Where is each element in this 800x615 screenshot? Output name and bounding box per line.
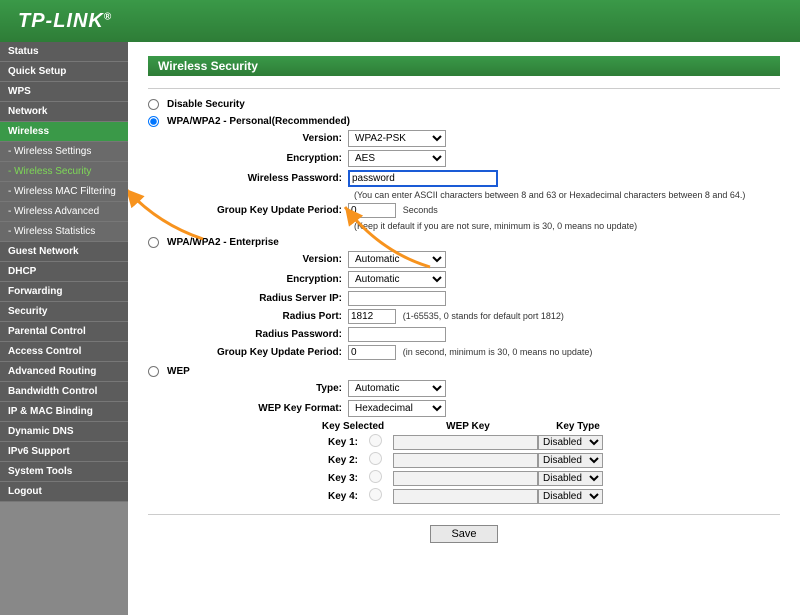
personal-gkup-label: Group Key Update Period: [148,205,348,216]
personal-gkup-hint: (Keep it default if you are not sure, mi… [354,221,780,231]
wep-key-type-1[interactable]: Disabled [538,435,603,450]
radius-port-label: Radius Port: [148,311,348,322]
sidebar-item-logout[interactable]: Logout [0,482,128,502]
sidebar-item-dhcp[interactable]: DHCP [0,262,128,282]
wep-key-type-3[interactable]: Disabled [538,471,603,486]
sidebar-item--wireless-settings[interactable]: - Wireless Settings [0,142,128,162]
ent-gkup-input[interactable] [348,345,396,360]
radius-ip-label: Radius Server IP: [148,293,348,304]
wep-key-table: Key Selected WEP Key Key Type Key 1: Disa… [313,421,780,504]
ent-encryption-label: Encryption: [148,274,348,285]
ent-encryption-select[interactable]: Automatic [348,271,446,288]
wep-key-label-1: Key 1: [313,437,358,448]
divider-bottom [148,514,780,515]
radius-port-input[interactable] [348,309,396,324]
wpa-personal-radio[interactable] [148,116,159,127]
sidebar-item-quick-setup[interactable]: Quick Setup [0,62,128,82]
wep-key-type-4[interactable]: Disabled [538,489,603,504]
disable-security-radio[interactable] [148,99,159,110]
personal-encryption-select[interactable]: AES [348,150,446,167]
wep-key-label-2: Key 2: [313,455,358,466]
wep-key-input-3[interactable] [393,471,538,486]
save-button[interactable]: Save [430,525,497,543]
main-content: Wireless Security Disable Security WPA/W… [128,42,800,615]
sidebar-item-wps[interactable]: WPS [0,82,128,102]
sidebar-item--wireless-statistics[interactable]: - Wireless Statistics [0,222,128,242]
sidebar-item-parental-control[interactable]: Parental Control [0,322,128,342]
sidebar-item--wireless-security[interactable]: - Wireless Security [0,162,128,182]
wep-key-type-2[interactable]: Disabled [538,453,603,468]
wpa-enterprise-section: WPA/WPA2 - Enterprise [148,237,780,248]
sidebar-item--wireless-mac-filtering[interactable]: - Wireless MAC Filtering [0,182,128,202]
personal-version-select[interactable]: WPA2-PSK [348,130,446,147]
ent-gkup-label: Group Key Update Period: [148,347,348,358]
sidebar-item-dynamic-dns[interactable]: Dynamic DNS [0,422,128,442]
wep-key-input-2[interactable] [393,453,538,468]
wep-key-label-3: Key 3: [313,473,358,484]
wep-radio[interactable] [148,366,159,377]
sidebar-item-ipv6-support[interactable]: IPv6 Support [0,442,128,462]
wep-type-label: Type: [148,383,348,394]
sidebar-item-forwarding[interactable]: Forwarding [0,282,128,302]
sidebar-item-network[interactable]: Network [0,102,128,122]
password-hint: (You can enter ASCII characters between … [354,190,780,200]
wpa-enterprise-label: WPA/WPA2 - Enterprise [167,237,279,248]
wep-key-input-1[interactable] [393,435,538,450]
personal-encryption-label: Encryption: [148,153,348,164]
personal-password-label: Wireless Password: [148,173,348,184]
wep-head-type: Key Type [543,421,613,432]
header: TP-LINK® [0,0,800,42]
wep-key-select-4[interactable] [369,488,382,501]
wep-format-select[interactable]: Hexadecimal [348,400,446,417]
sidebar-item-wireless[interactable]: Wireless [0,122,128,142]
radius-port-hint: (1-65535, 0 stands for default port 1812… [403,311,564,321]
personal-version-label: Version: [148,133,348,144]
sidebar-item-advanced-routing[interactable]: Advanced Routing [0,362,128,382]
wep-section: WEP [148,366,780,377]
sidebar-item-system-tools[interactable]: System Tools [0,462,128,482]
wpa-personal-label: WPA/WPA2 - Personal(Recommended) [167,116,350,127]
wep-type-select[interactable]: Automatic [348,380,446,397]
wep-key-select-3[interactable] [369,470,382,483]
sidebar-item-status[interactable]: Status [0,42,128,62]
sidebar: StatusQuick SetupWPSNetworkWireless- Wir… [0,42,128,615]
wep-key-select-2[interactable] [369,452,382,465]
wep-head-key: WEP Key [393,421,543,432]
radius-ip-input[interactable] [348,291,446,306]
page-title: Wireless Security [148,56,780,76]
sidebar-item-access-control[interactable]: Access Control [0,342,128,362]
divider [148,88,780,89]
radius-pw-input[interactable] [348,327,446,342]
wep-label: WEP [167,366,190,377]
disable-security-label: Disable Security [167,99,245,110]
wpa-enterprise-radio[interactable] [148,237,159,248]
sidebar-item-guest-network[interactable]: Guest Network [0,242,128,262]
logo: TP-LINK® [18,10,112,33]
wep-format-label: WEP Key Format: [148,403,348,414]
wep-key-label-4: Key 4: [313,491,358,502]
wep-head-selected: Key Selected [313,421,393,432]
wep-key-select-1[interactable] [369,434,382,447]
ent-gkup-hint: (in second, minimum is 30, 0 means no up… [403,347,593,357]
wep-key-input-4[interactable] [393,489,538,504]
wireless-password-input[interactable] [348,170,498,187]
ent-version-select[interactable]: Automatic [348,251,446,268]
radius-pw-label: Radius Password: [148,329,348,340]
sidebar-item-ip-mac-binding[interactable]: IP & MAC Binding [0,402,128,422]
sidebar-item-security[interactable]: Security [0,302,128,322]
sidebar-item-bandwidth-control[interactable]: Bandwidth Control [0,382,128,402]
ent-version-label: Version: [148,254,348,265]
sidebar-item--wireless-advanced[interactable]: - Wireless Advanced [0,202,128,222]
wpa-personal-section: WPA/WPA2 - Personal(Recommended) [148,116,780,127]
gkup-unit: Seconds [403,205,438,215]
personal-gkup-input[interactable] [348,203,396,218]
disable-security-section: Disable Security [148,99,780,110]
